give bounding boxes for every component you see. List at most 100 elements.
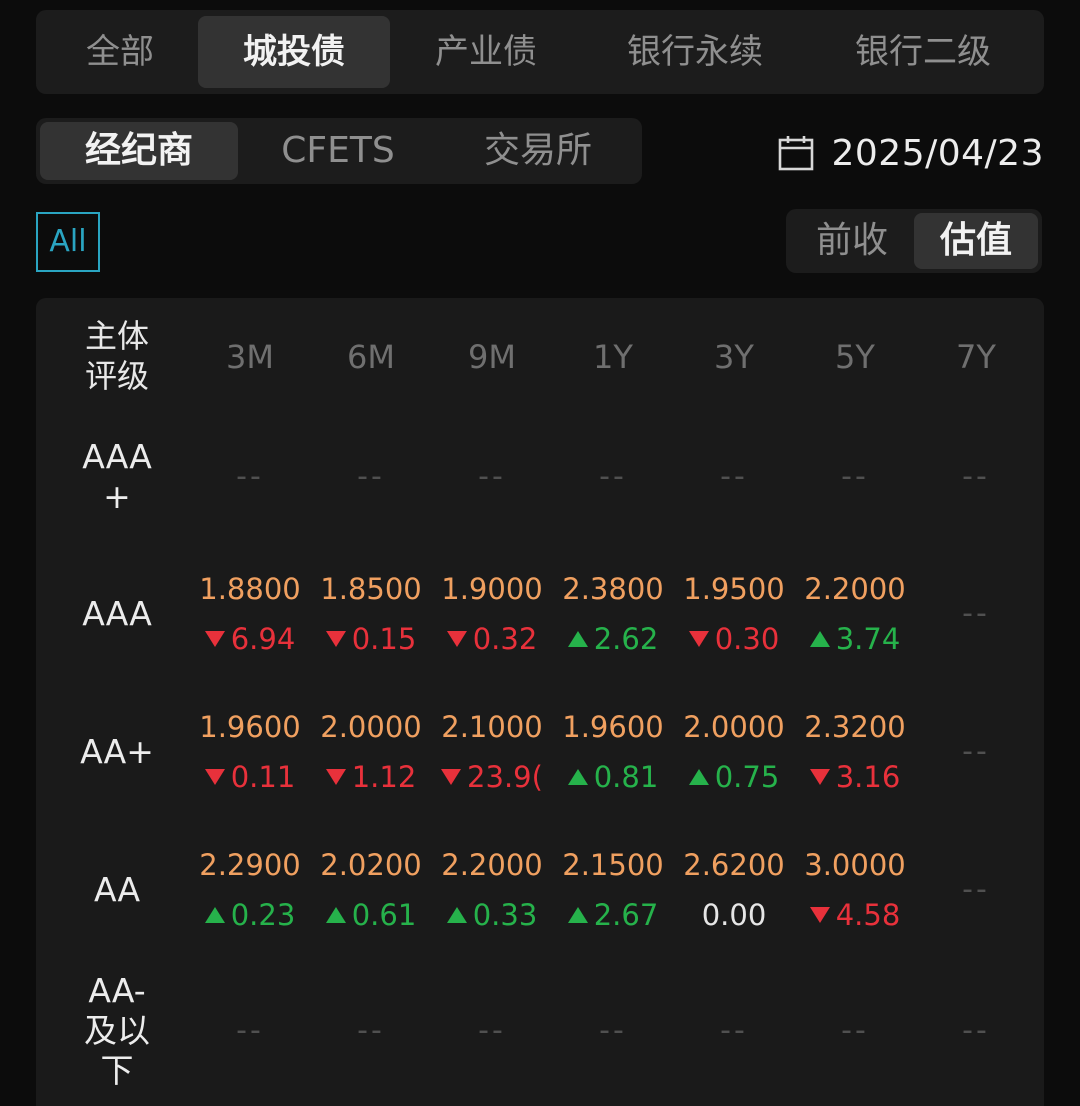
triangle-down-icon [325,631,346,647]
rating-label-line: 下 [100,1051,134,1090]
yield-cell[interactable]: 2.6200 0.00 [677,848,791,932]
yield-change-value: 23.9( [467,760,543,794]
tab-bank-tier2[interactable]: 银行二级 [808,16,1038,88]
yield-value: 2.1500 [562,848,664,882]
mode-previous-close[interactable]: 前收 [790,213,914,269]
yield-change-value: 0.00 [701,898,767,932]
rating-label-line: AAA [82,594,152,633]
yield-value: 2.2000 [441,848,543,882]
triangle-up-icon [325,907,346,923]
yield-value: 1.8500 [320,572,422,606]
yield-change-value: 1.12 [351,760,417,794]
rating-label-line: + [103,477,131,516]
yield-cell-empty: -- [236,459,264,494]
yield-value: 1.9500 [683,572,785,606]
yield-cell[interactable]: 2.1500 2.67 [556,848,670,932]
yield-cell[interactable]: 1.9000 0.32 [435,572,549,656]
yield-value: 2.0200 [320,848,422,882]
yield-change-value: 0.75 [714,760,780,794]
yield-cell-empty: -- [478,1013,506,1048]
calendar-icon [778,136,813,171]
yield-value: 1.8800 [199,572,301,606]
yield-cell[interactable]: 1.8800 6.94 [193,572,307,656]
yield-cell-empty: -- [962,872,990,907]
triangle-down-icon [441,769,462,785]
yield-cell[interactable]: 2.2000 0.33 [435,848,549,932]
tab-industrial-bond[interactable]: 产业债 [390,16,582,88]
yield-cell[interactable]: 2.2900 0.23 [193,848,307,932]
yield-change: 4.58 [798,898,912,932]
tab-broker[interactable]: 经纪商 [40,122,238,180]
column-header-3m: 3M [226,338,274,376]
yield-change: 0.32 [435,622,549,656]
triangle-up-icon [446,907,467,923]
rating-label: AAA + [36,437,198,517]
yield-cell[interactable]: 2.1000 23.9( [435,710,549,794]
rating-label-line: AA- [88,971,146,1010]
yield-cell-empty: -- [478,459,506,494]
column-header-6m: 6M [347,338,395,376]
yield-cell-empty: -- [841,1013,869,1048]
tab-chengtou-bond[interactable]: 城投债 [198,16,390,88]
yield-change: 0.81 [556,760,670,794]
triangle-up-icon [567,907,588,923]
triangle-down-icon [809,769,830,785]
yield-cell-empty: -- [357,1013,385,1048]
yield-cell[interactable]: 2.2000 3.74 [798,572,912,656]
yield-cell-empty: -- [962,734,990,769]
yield-cell-empty: -- [236,1013,264,1048]
triangle-up-icon [204,907,225,923]
yield-cell[interactable]: 2.0000 1.12 [314,710,428,794]
yield-value: 2.0000 [320,710,422,744]
tab-cfets[interactable]: CFETS [238,122,438,180]
yield-change-value: 2.62 [593,622,659,656]
rating-label-line: AA [93,870,141,909]
yield-cell[interactable]: 1.9600 0.81 [556,710,670,794]
yield-change: 23.9( [435,760,549,794]
rating-label: AAA [36,594,198,634]
all-filter-button[interactable]: All [36,212,100,272]
mode-valuation[interactable]: 估值 [914,213,1038,269]
tab-all[interactable]: 全部 [42,16,198,88]
yield-cell[interactable]: 1.9500 0.30 [677,572,791,656]
yield-change: 2.62 [556,622,670,656]
yield-change-value: 0.23 [230,898,296,932]
triangle-down-icon [204,631,225,647]
yield-change: 0.00 [677,898,791,932]
yield-change-value: 0.61 [351,898,417,932]
column-header-3y: 3Y [714,338,754,376]
yield-cell[interactable]: 1.9600 0.11 [193,710,307,794]
yield-change: 0.30 [677,622,791,656]
date-picker[interactable]: 2025/04/23 [778,124,1045,182]
yield-cell[interactable]: 2.0000 0.75 [677,710,791,794]
column-header-9m: 9M [468,338,516,376]
tab-exchange[interactable]: 交易所 [438,122,638,180]
yield-cell[interactable]: 1.8500 0.15 [314,572,428,656]
price-mode-toggle: 前收 估值 [786,209,1042,273]
yield-change-value: 6.94 [230,622,296,656]
yield-cell-empty: -- [357,459,385,494]
yield-value: 1.9600 [562,710,664,744]
category-tab-bar: 全部 城投债 产业债 银行永续 银行二级 [36,10,1044,94]
triangle-down-icon [325,769,346,785]
yield-cell[interactable]: 3.0000 4.58 [798,848,912,932]
rating-label-line: AA+ [80,732,154,771]
yield-change-value: 0.15 [351,622,417,656]
yield-change: 0.75 [677,760,791,794]
yield-cell[interactable]: 2.3200 3.16 [798,710,912,794]
yield-value: 1.9600 [199,710,301,744]
source-tab-bar: 经纪商 CFETS 交易所 [36,118,642,184]
rating-label-line: 及以 [84,1011,150,1050]
yield-value: 2.3200 [804,710,906,744]
yield-change: 0.61 [314,898,428,932]
yield-value: 1.9000 [441,572,543,606]
yield-change: 0.23 [193,898,307,932]
triangle-down-icon [809,907,830,923]
triangle-down-icon [204,769,225,785]
yield-cell[interactable]: 2.0200 0.61 [314,848,428,932]
yield-cell[interactable]: 2.3800 2.62 [556,572,670,656]
tab-bank-perpetual[interactable]: 银行永续 [582,16,808,88]
yield-value: 2.1000 [441,710,543,744]
column-header-1y: 1Y [593,338,633,376]
bond-yield-screen: 全部 城投债 产业债 银行永续 银行二级 经纪商 CFETS 交易所 2025/… [0,0,1080,1106]
